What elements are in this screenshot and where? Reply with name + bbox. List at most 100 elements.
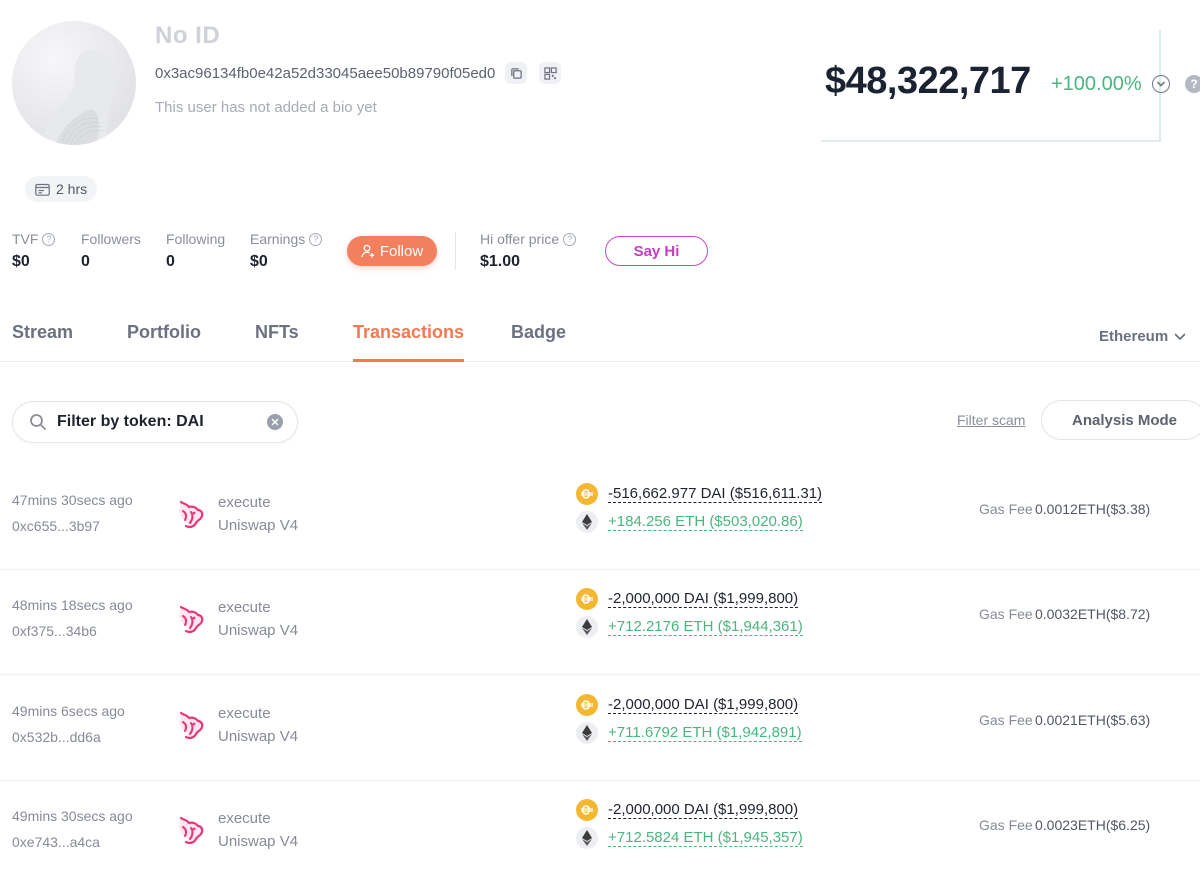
gas-fee-label: Gas Fee [979,606,1033,622]
stat-followers-value: 0 [81,253,90,270]
tab-stream[interactable]: Stream [12,322,73,362]
tx-time: 48mins 18secs ago [12,597,133,613]
stat-earnings-label: Earnings [250,231,306,247]
gas-fee-label: Gas Fee [979,817,1033,833]
say-hi-button[interactable]: Say Hi [605,236,708,266]
tx-protocol: Uniswap V4 [218,833,299,850]
clear-icon[interactable] [267,414,283,430]
tab-portfolio[interactable]: Portfolio [127,322,201,362]
token-out-amount[interactable]: -2,000,000 DAI ($1,999,800) [608,590,799,608]
tx-protocol: Uniswap V4 [218,728,299,745]
transaction-row[interactable]: 49mins 30secs ago 0xe743...a4ca execute Un… [0,781,1200,884]
tx-time: 47mins 30secs ago [12,492,133,508]
stat-earnings-value: $0 [250,253,268,270]
token-in: +184.256 ETH ($503,020.86) [576,511,803,533]
tab-nfts[interactable]: NFTs [255,322,299,362]
token-filter-input[interactable]: Filter by token: DAI [12,401,298,443]
token-out: -516,662.977 DAI ($516,611.31) [576,483,823,505]
token-out-amount[interactable]: -2,000,000 DAI ($1,999,800) [608,696,799,714]
copy-icon[interactable] [505,62,528,84]
search-icon [30,414,46,430]
token-in-amount[interactable]: +711.6792 ETH ($1,942,891) [608,724,802,742]
gas-fee-value: 0.0032ETH($8.72) [1035,606,1151,622]
uniswap-logo [175,498,205,530]
stat-following-value: 0 [166,253,175,270]
info-icon[interactable]: ? [563,232,577,246]
tx-method: execute [218,705,271,722]
dai-token-icon [576,694,598,716]
calendar-icon [35,183,50,196]
dai-token-icon [576,799,598,821]
gas-fee-label: Gas Fee [979,501,1033,517]
transaction-row[interactable]: 49mins 6secs ago 0x532b...dd6a execute Uni… [0,676,1200,781]
token-out: -2,000,000 DAI ($1,999,800) [576,799,799,821]
stat-followers[interactable]: Followers 0 [81,231,141,271]
tx-hash-link[interactable]: 0xf375...34b6 [12,623,97,639]
tx-method: execute [218,810,271,827]
token-in: +712.2176 ETH ($1,944,361) [576,616,803,638]
stat-earnings: Earnings? $0 [250,231,323,271]
tx-hash-link[interactable]: 0x532b...dd6a [12,729,101,745]
network-label: Ethereum [1099,328,1169,345]
qr-code-icon[interactable] [539,62,562,84]
chevron-down-icon [1174,333,1186,340]
analysis-mode-button[interactable]: Analysis Mode [1041,400,1200,440]
tx-time: 49mins 6secs ago [12,703,125,719]
help-icon[interactable]: ? [1185,75,1200,93]
dai-token-icon [576,483,598,505]
follow-button[interactable]: Follow [347,236,437,266]
eth-token-icon [576,511,598,533]
tx-method: execute [218,599,271,616]
stat-hi-offer-value: $1.00 [480,253,521,270]
token-in: +712.5824 ETH ($1,945,357) [576,827,803,849]
gas-fee-label: Gas Fee [979,712,1033,728]
avatar [12,21,136,145]
active-time-badge: 2 hrs [25,176,98,202]
portfolio-change: +100.00% [1051,73,1142,95]
gas-fee-value: 0.0021ETH($5.63) [1035,712,1151,728]
tx-protocol: Uniswap V4 [218,517,299,534]
stat-tvf-label: TVF [12,231,39,247]
transaction-row[interactable]: 47mins 30secs ago 0xc655...3b97 execute Un… [0,465,1200,570]
tx-time: 49mins 30secs ago [12,808,133,824]
uniswap-logo [175,603,205,635]
tx-method: execute [218,494,271,511]
tab-transactions[interactable]: Transactions [353,322,465,362]
stat-tvf: TVF? $0 [12,231,56,271]
profile-tabs: Stream Portfolio NFTs Transactions Badge [0,322,1200,362]
info-icon[interactable]: ? [309,232,323,246]
chevron-down-icon[interactable] [1152,75,1170,93]
stats-divider [455,232,456,270]
network-selector[interactable]: Ethereum [1099,328,1186,345]
tx-protocol: Uniswap V4 [218,622,299,639]
token-filter-value: Filter by token: DAI [57,413,204,430]
token-in-amount[interactable]: +184.256 ETH ($503,020.86) [608,513,803,531]
token-in: +711.6792 ETH ($1,942,891) [576,722,802,744]
profile-name: No ID [155,22,221,49]
stat-following-label: Following [166,231,226,247]
info-icon[interactable]: ? [42,232,56,246]
dai-token-icon [576,588,598,610]
follow-label: Follow [379,242,424,260]
stat-followers-label: Followers [81,231,141,247]
token-in-amount[interactable]: +712.5824 ETH ($1,945,357) [608,829,803,847]
address-row: 0x3ac96134fb0e42a52d33045aee50b89790f05e… [155,62,562,84]
stat-following[interactable]: Following 0 [166,231,225,271]
token-out: -2,000,000 DAI ($1,999,800) [576,694,799,716]
gas-fee-value: 0.0023ETH($6.25) [1035,817,1151,833]
filter-scam-link[interactable]: Filter scam [957,412,1025,428]
tab-badge[interactable]: Badge [511,322,566,362]
token-out: -2,000,000 DAI ($1,999,800) [576,588,799,610]
tx-hash-link[interactable]: 0xc655...3b97 [12,518,100,534]
eth-token-icon [576,827,598,849]
stat-hi-offer: Hi offer price? $1.00 [480,231,577,271]
token-out-amount[interactable]: -2,000,000 DAI ($1,999,800) [608,801,799,819]
gas-fee-value: 0.0012ETH($3.38) [1035,501,1151,517]
eth-token-icon [576,722,598,744]
token-out-amount[interactable]: -516,662.977 DAI ($516,611.31) [608,485,823,503]
uniswap-logo [175,709,205,741]
transaction-row[interactable]: 48mins 18secs ago 0xf375...34b6 execute Un… [0,570,1200,675]
tx-hash-link[interactable]: 0xe743...a4ca [12,834,100,850]
token-in-amount[interactable]: +712.2176 ETH ($1,944,361) [608,618,803,636]
stat-tvf-value: $0 [12,253,30,270]
